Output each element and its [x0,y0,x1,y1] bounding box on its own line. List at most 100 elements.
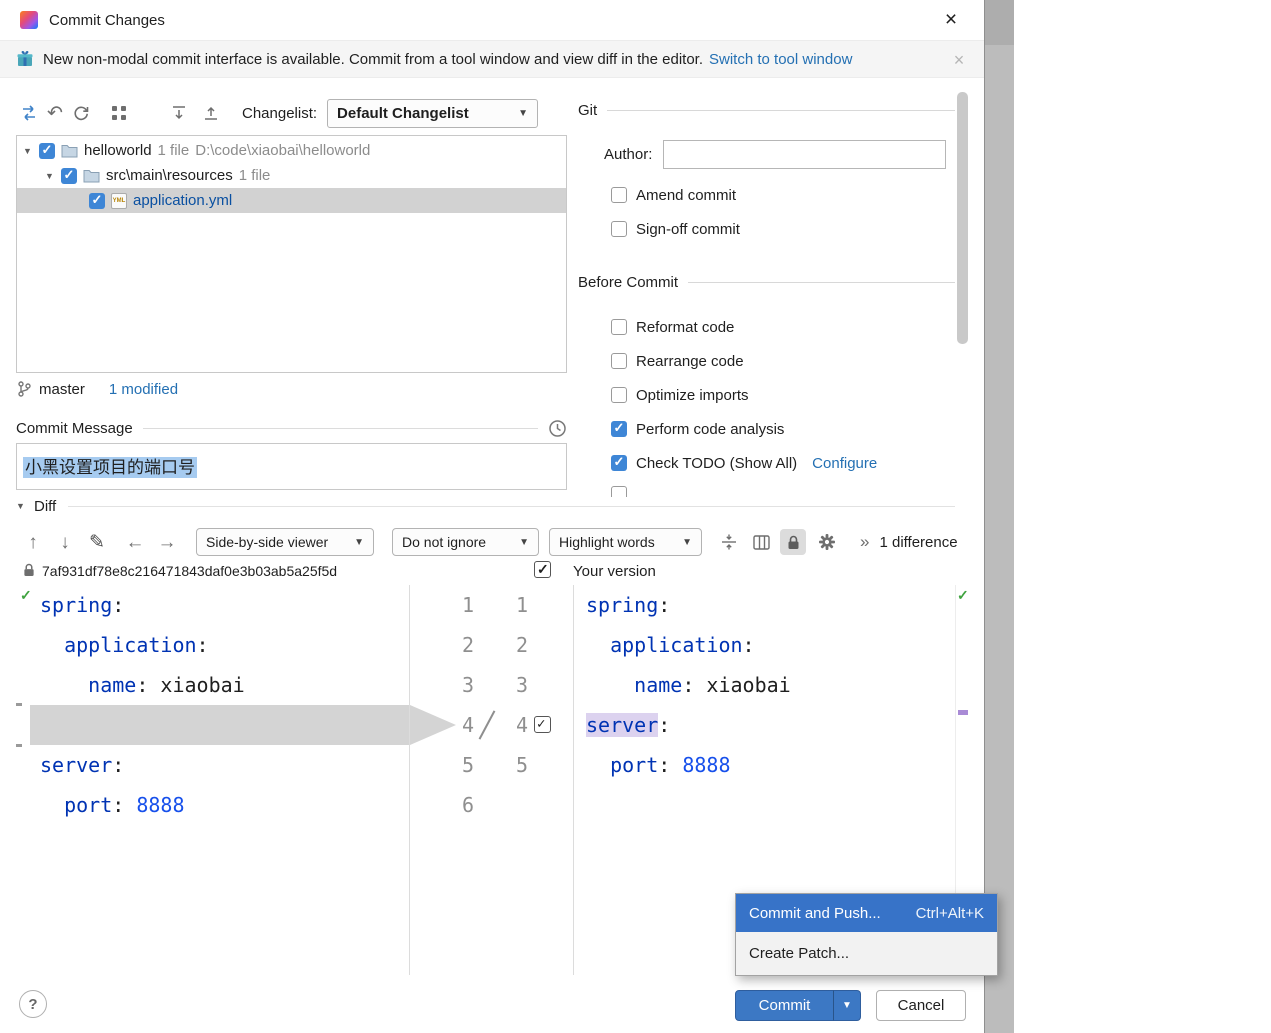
left-code-line: port: 8888 [16,785,409,825]
git-branch-icon [18,381,31,397]
amend-commit-option[interactable]: Amend commit [611,184,736,206]
code-token: spring [40,593,113,617]
file-checkbox[interactable] [89,192,105,209]
signoff-commit-option[interactable]: Sign-off commit [611,218,740,240]
code-analysis-checkbox[interactable] [611,420,627,437]
code-token: port [586,753,659,777]
revert-icon: ↶ [47,102,63,124]
diff-gutter-row: 22 [410,625,573,665]
arrow-right-icon: → [157,531,177,553]
file-name: application.yml [133,192,233,209]
diff-left-pane[interactable]: ✓ spring: application: name: xiaobai serv… [16,585,410,975]
modified-count-link[interactable]: 1 modified [109,381,178,398]
forward-button[interactable]: → [154,529,180,555]
commit-message-input[interactable]: 小黑设置项目的端口号 [16,443,567,490]
rearrange-checkbox[interactable] [611,353,627,369]
gutter-rows: 11223344556 [410,585,573,825]
expand-arrow-icon[interactable]: ▼ [45,171,55,181]
message-history-icon[interactable] [548,419,567,438]
optimize-imports-label: Optimize imports [636,386,749,404]
group-by-button[interactable] [106,100,132,126]
code-analysis-option[interactable]: Perform code analysis [611,418,784,440]
folder-name: src\main\resources [106,167,233,184]
screen: Commit Changes × New non-modal commit in… [0,0,1271,1033]
right-code-line: name: xiaobai [574,665,955,705]
pencil-icon: ✎ [89,531,105,553]
previous-difference-button[interactable]: ↑ [20,529,46,555]
git-options-panel: Git Author: Amend commit Sign-off commit… [578,96,955,497]
show-diff-button[interactable] [16,100,42,126]
changelist-dropdown[interactable]: Default Changelist ▼ [327,98,539,128]
check-todo-checkbox[interactable] [611,454,627,471]
commit-dropdown-arrow[interactable]: ▼ [833,990,861,1021]
rearrange-code-option[interactable]: Rearrange code [611,350,744,372]
reformat-code-option[interactable]: Reformat code [611,316,734,338]
edit-source-button[interactable]: ✎ [84,529,110,555]
tree-row-folder[interactable]: ▼ src\main\resources 1 file [17,163,566,188]
commit-button[interactable]: Commit [735,990,834,1021]
tree-row-module[interactable]: ▼ helloworld 1 file D:\code\xiaobai\hell… [17,138,566,163]
commit-dropdown-menu: Commit and Push... Ctrl+Alt+K Create Pat… [735,893,998,976]
reformat-checkbox[interactable] [611,319,627,335]
menu-item-create-patch[interactable]: Create Patch... [736,932,997,975]
cancel-button[interactable]: Cancel [876,990,966,1021]
menu-item-commit-and-push[interactable]: Commit and Push... Ctrl+Alt+K [736,894,997,932]
right-code: spring: application: name: xiaobai server… [574,585,955,785]
amend-checkbox[interactable] [611,187,627,203]
module-name: helloworld [84,142,152,159]
options-scrollbar-thumb[interactable] [957,92,968,344]
optimize-imports-option[interactable]: Optimize imports [611,384,749,406]
author-input[interactable] [663,140,947,169]
rearrange-label: Rearrange code [636,352,744,370]
menu-item-shortcut: Ctrl+Alt+K [915,904,984,922]
window-close-button[interactable]: × [938,7,964,33]
toolbar-overflow-icon[interactable]: » [860,532,869,552]
difference-count: 1 difference [879,533,958,551]
optimize-imports-checkbox[interactable] [611,387,627,403]
help-button[interactable]: ? [19,990,47,1018]
expand-all-button[interactable] [166,100,192,126]
left-code-line [16,705,409,745]
highlight-mode-dropdown[interactable]: Highlight words ▼ [549,528,702,556]
lock-icon [788,535,798,549]
refresh-button[interactable] [68,100,94,126]
whitespace-dropdown[interactable]: Do not ignore ▼ [392,528,539,556]
switch-to-tool-window-link[interactable]: Switch to tool window [709,51,852,68]
left-code-line: application: [16,625,409,665]
code-token: port [40,793,113,817]
left-code-line: spring: [16,585,409,625]
configure-link[interactable]: Configure [812,455,877,472]
collapse-all-icon [205,106,217,120]
include-all-changes-checkbox[interactable] [534,561,551,578]
module-checkbox[interactable] [39,142,55,159]
code-analysis-label: Perform code analysis [636,420,785,438]
disable-editing-button[interactable] [780,529,806,555]
expand-arrow-icon[interactable]: ▼ [23,146,33,156]
settings-button[interactable] [814,529,840,555]
code-token: name [586,673,683,697]
next-difference-button[interactable]: ↓ [52,529,78,555]
code-token: : [112,753,125,777]
viewer-mode-dropdown[interactable]: Side-by-side viewer ▼ [196,528,374,556]
tree-row-file-selected[interactable]: YML application.yml [17,188,566,213]
collapse-unchanged-button[interactable] [716,529,742,555]
signoff-checkbox[interactable] [611,221,627,237]
collapse-unchanged-icon [722,534,736,550]
back-button[interactable]: ← [122,529,148,555]
check-todo-option[interactable]: Check TODO (Show All) Configure [611,452,877,474]
diff-section-header[interactable]: ▼ Diff [16,496,955,516]
lock-icon [24,563,34,576]
folder-icon [83,170,100,183]
code-token: : [112,593,125,617]
line-number-left: 4 [461,713,474,737]
revert-button[interactable]: ↶ [42,100,68,126]
collapse-all-button[interactable] [198,100,224,126]
banner-close-icon[interactable]: × [948,49,970,71]
highlight-mode-value: Highlight words [559,534,655,550]
collapse-arrow-icon[interactable]: ▼ [16,501,26,511]
sync-scroll-button[interactable] [748,529,774,555]
line-number-right: 1 [515,593,528,617]
vcs-status-bar: master 1 modified [18,378,178,400]
include-change-checkbox[interactable] [534,716,551,733]
folder-checkbox[interactable] [61,167,77,184]
